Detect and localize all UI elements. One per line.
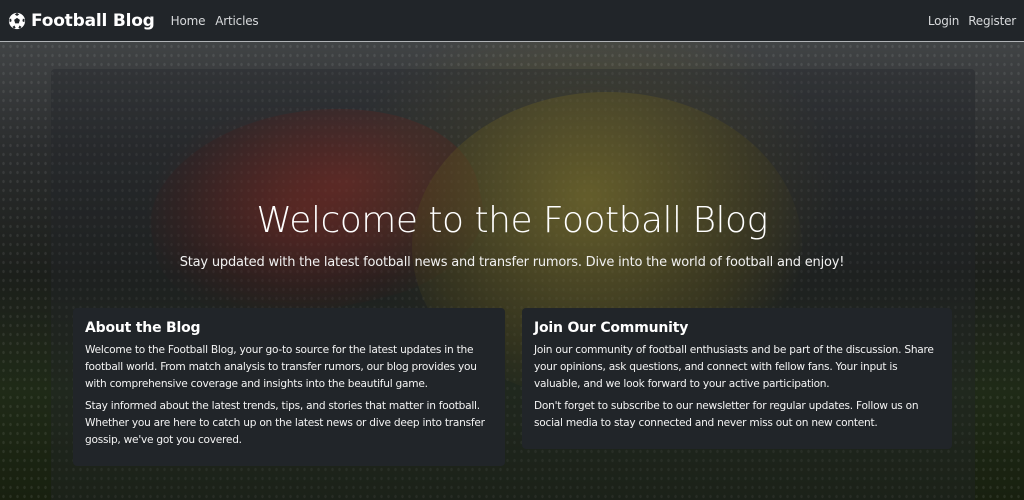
about-card-paragraph-1: Welcome to the Football Blog, your go-to… (85, 344, 477, 390)
brand-link[interactable]: Football Blog (8, 11, 155, 31)
community-card-paragraph-2: Don't forget to subscribe to our newslet… (534, 400, 919, 429)
nav-link-register[interactable]: Register (968, 14, 1016, 28)
community-card-paragraph-1: Join our community of football enthusias… (534, 344, 934, 390)
about-card-title: About the Blog (85, 320, 201, 336)
about-card-paragraph-2: Stay informed about the latest trends, t… (85, 400, 485, 446)
nav-link-login[interactable]: Login (928, 14, 960, 28)
navbar: Football Blog Home Articles Login Regist… (0, 0, 1024, 42)
nav-auth-links: Login Register (919, 14, 1016, 28)
community-card: Join Our Community Join our community of… (522, 308, 952, 449)
about-card: About the Blog Welcome to the Football B… (73, 308, 505, 466)
community-card-title: Join Our Community (534, 320, 689, 336)
nav-link-home[interactable]: Home (171, 14, 206, 28)
hero-subtitle: Stay updated with the latest football ne… (179, 255, 845, 270)
brand-name: Football Blog (31, 10, 155, 31)
hero-title: Welcome to the Football Blog (256, 200, 768, 241)
nav-link-articles[interactable]: Articles (215, 14, 258, 28)
soccer-ball-icon (8, 12, 26, 29)
